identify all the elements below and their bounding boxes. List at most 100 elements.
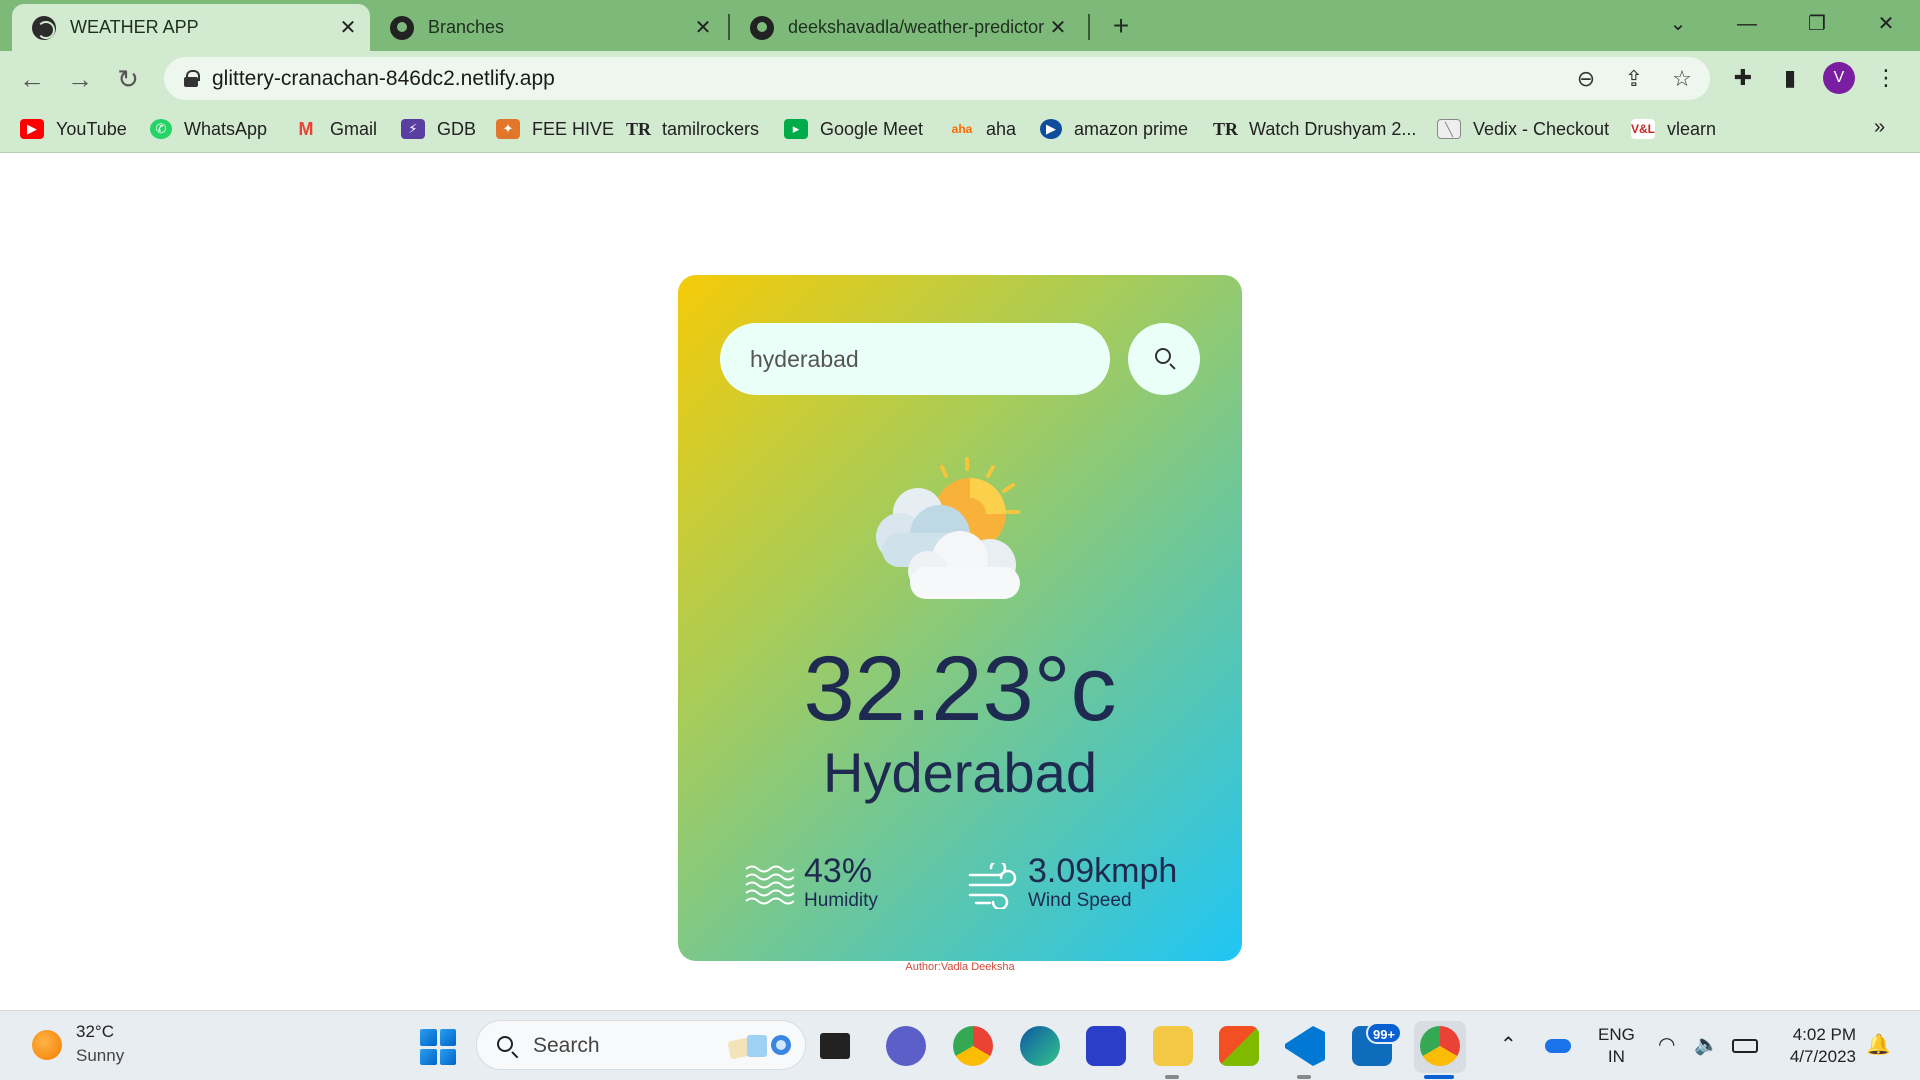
sun-icon[interactable]	[32, 1030, 62, 1060]
more-bookmarks-chevron-icon[interactable]: »	[1874, 116, 1885, 139]
bookmark-aha[interactable]: aha aha	[950, 116, 1016, 142]
chrome-profile-icon[interactable]	[1420, 1026, 1460, 1066]
tab-branches[interactable]: Branches ✕	[370, 4, 725, 51]
bookmark-watch-drushyam[interactable]: TR Watch Drushyam 2...	[1213, 116, 1416, 142]
browser-tab-strip: WEATHER APP ✕ Branches ✕ deekshavadla/we…	[0, 0, 1920, 51]
tab-search-chevron-icon[interactable]: ⌄	[1658, 6, 1698, 42]
bookmark-gmail[interactable]: M Gmail	[294, 116, 378, 142]
reload-button[interactable]: ↻	[110, 61, 146, 97]
restore-button[interactable]: ❐	[1797, 6, 1837, 42]
bookmark-label: Vedix - Checkout	[1473, 118, 1610, 139]
bookmark-label: Gmail	[330, 118, 378, 139]
gmail-icon: M	[298, 119, 314, 139]
active-indicator	[1424, 1075, 1454, 1079]
file-explorer-icon[interactable]	[1153, 1026, 1193, 1066]
wind-speed-label: Wind Speed	[1028, 890, 1132, 911]
feehive-icon: ✦	[496, 119, 520, 139]
bookmark-vlearn[interactable]: V&L vlearn	[1631, 116, 1716, 142]
globe-icon	[32, 15, 56, 40]
bookmark-star-icon[interactable]: ☆	[1668, 65, 1696, 93]
windows-start-icon[interactable]	[420, 1029, 456, 1065]
taskbar-weather-temp[interactable]: 32°C	[76, 1022, 114, 1042]
bookmark-gdb[interactable]: ⚡ GDB	[401, 116, 476, 142]
bookmark-amazon-prime[interactable]: ▶ amazon prime	[1040, 116, 1188, 142]
city-search-input[interactable]	[720, 323, 1110, 395]
battery-icon[interactable]	[1732, 1039, 1758, 1053]
wifi-icon[interactable]: ◠	[1658, 1032, 1675, 1057]
taskbar-search-box[interactable]: Search	[476, 1020, 806, 1070]
bookmark-label: Google Meet	[820, 118, 924, 139]
bookmark-vedix[interactable]: ╲ Vedix - Checkout	[1437, 116, 1609, 142]
clock[interactable]: 4:02 PM 4/7/2023	[1778, 1024, 1856, 1068]
bookmark-label: GDB	[437, 118, 477, 139]
url-text[interactable]: glittery-cranachan-846dc2.netlify.app	[212, 67, 555, 91]
tab-weather-app[interactable]: WEATHER APP ✕	[12, 4, 370, 51]
clock-time: 4:02 PM	[1792, 1025, 1856, 1044]
task-view-icon[interactable]	[820, 1033, 850, 1059]
bookmark-fee-hive[interactable]: ✦ FEE HIVE	[496, 116, 614, 142]
new-tab-button[interactable]: +	[1105, 10, 1137, 42]
notifications-bell-icon[interactable]: 🔔	[1866, 1032, 1891, 1057]
tr-icon: TR	[1213, 119, 1239, 139]
region-code: IN	[1607, 1047, 1625, 1066]
partly-cloudy-icon	[876, 457, 1020, 599]
bookmark-label: WhatsApp	[184, 118, 268, 139]
aha-icon: aha	[951, 122, 973, 136]
menu-kebab-icon[interactable]: ⋮	[1870, 62, 1902, 94]
profile-avatar[interactable]: V	[1823, 62, 1855, 94]
language-code: ENG	[1598, 1025, 1635, 1044]
temperature-value: 32.23°c	[803, 638, 1117, 740]
tab-title: deekshavadla/weather-predictor	[788, 17, 1044, 37]
bookmark-whatsapp[interactable]: ✆ WhatsApp	[150, 116, 267, 142]
bookmark-label: YouTube	[56, 118, 127, 139]
forward-button[interactable]: →	[62, 61, 98, 97]
wind-icon	[968, 863, 1017, 909]
bookmark-label: Watch Drushyam 2...	[1249, 118, 1417, 139]
bookmark-label: amazon prime	[1074, 118, 1189, 139]
search-icon	[1155, 348, 1171, 364]
side-panel-icon[interactable]: ▮	[1774, 62, 1806, 94]
minimize-button[interactable]: —	[1727, 6, 1767, 42]
show-hidden-icons-chevron-icon[interactable]: ⌃	[1500, 1032, 1517, 1057]
chrome-icon[interactable]	[953, 1026, 993, 1066]
tab-title: Branches	[428, 17, 505, 37]
edge-icon[interactable]	[1020, 1026, 1060, 1066]
close-icon[interactable]: ✕	[1044, 14, 1072, 42]
bookmark-google-meet[interactable]: ▸ Google Meet	[784, 116, 923, 142]
bookmark-youtube[interactable]: ▶ YouTube	[20, 116, 127, 142]
close-window-button[interactable]: ✕	[1866, 6, 1906, 42]
google-meet-icon: ▸	[784, 119, 808, 139]
tab-separator	[1088, 14, 1090, 40]
humidity-icon	[745, 865, 794, 905]
city-name: Hyderabad	[823, 741, 1097, 804]
vscode-icon[interactable]	[1285, 1026, 1325, 1066]
tr-icon: TR	[626, 119, 652, 139]
onedrive-icon[interactable]	[1545, 1039, 1571, 1053]
share-icon[interactable]: ⇪	[1620, 65, 1648, 93]
lock-icon[interactable]	[184, 70, 200, 87]
taskbar: 32°C Sunny Search 99+ ⌃ ENG IN ◠ 🔈 4:02 …	[0, 1010, 1920, 1080]
close-icon[interactable]: ✕	[334, 14, 362, 42]
taskbar-weather-condition[interactable]: Sunny	[76, 1046, 124, 1066]
language-indicator[interactable]: ENG IN	[1598, 1024, 1635, 1068]
search-icon	[497, 1036, 513, 1052]
bookmark-tamilrockers[interactable]: TR tamilrockers	[626, 116, 759, 142]
zoom-icon[interactable]: ⊖	[1572, 65, 1600, 93]
close-icon[interactable]: ✕	[689, 14, 717, 42]
volume-icon[interactable]: 🔈	[1694, 1032, 1719, 1057]
clock-date: 4/7/2023	[1789, 1047, 1856, 1066]
bookmark-label: vlearn	[1667, 118, 1717, 139]
author-credit: Author:Vadla Deeksha	[905, 961, 1015, 973]
address-bar[interactable]: glittery-cranachan-846dc2.netlify.app ⊖ …	[164, 57, 1710, 100]
wind-speed-value: 3.09kmph	[1028, 852, 1178, 890]
teams-chat-icon[interactable]	[886, 1026, 926, 1066]
weather-card: 32.23°c Hyderabad 43% Humidity 3.09kmph …	[678, 275, 1242, 961]
vscode-alt-icon[interactable]	[1086, 1026, 1126, 1066]
search-button[interactable]	[1128, 323, 1200, 395]
back-button[interactable]: ←	[14, 61, 50, 97]
tab-weather-predictor[interactable]: deekshavadla/weather-predictor ✕	[730, 4, 1080, 51]
tab-title: WEATHER APP	[70, 17, 199, 37]
microsoft-store-icon[interactable]	[1219, 1026, 1259, 1066]
extensions-icon[interactable]: ✚	[1727, 62, 1759, 94]
bookmark-label: FEE HIVE	[532, 118, 615, 139]
